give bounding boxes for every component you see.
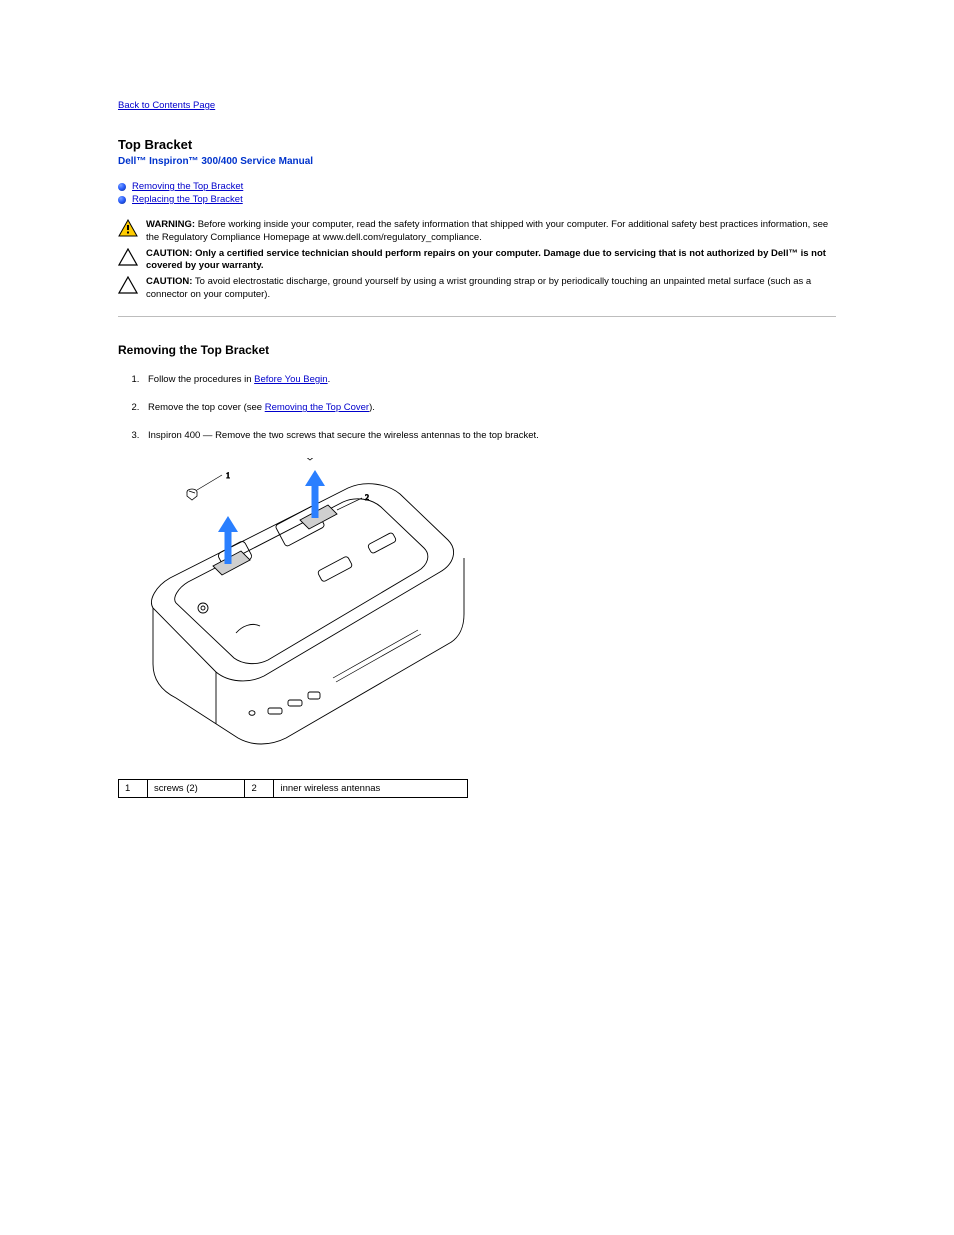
svg-text:2: 2 [365, 493, 369, 502]
step-1: Follow the procedures in Before You Begi… [142, 373, 836, 387]
page-title: Top Bracket [118, 137, 836, 152]
parts-table: 1 screws (2) 2 inner wireless antennas [118, 779, 468, 798]
link-before-you-begin[interactable]: Before You Begin [254, 374, 327, 385]
step-3: Inspiron 400 — Remove the two screws tha… [142, 429, 836, 443]
back-to-contents-link[interactable]: Back to Contents Page [118, 100, 215, 111]
cell-2-num: 2 [245, 779, 274, 797]
svg-text:1: 1 [226, 471, 230, 480]
divider [118, 316, 836, 317]
table-row: 1 screws (2) 2 inner wireless antennas [119, 779, 468, 797]
bullet-icon [118, 183, 126, 191]
step-2: Remove the top cover (see Removing the T… [142, 401, 836, 415]
toc-link-replace[interactable]: Replacing the Top Bracket [132, 194, 243, 205]
caution-alert-2: CAUTION: To avoid electrostatic discharg… [118, 276, 836, 302]
warning-alert: WARNING: Before working inside your comp… [118, 219, 836, 245]
cell-1-label: screws (2) [148, 779, 245, 797]
bullet-icon [118, 196, 126, 204]
caution-label: CAUTION: [146, 276, 192, 287]
caution-alert-1: CAUTION: Only a certified service techni… [118, 248, 836, 274]
manual-subtitle: Dell™ Inspiron™ 300/400 Service Manual [118, 156, 836, 167]
warning-icon [118, 219, 138, 237]
caution-label: CAUTION: [146, 248, 192, 259]
toc-link-remove[interactable]: Removing the Top Bracket [132, 181, 243, 192]
link-removing-top-cover[interactable]: Removing the Top Cover [265, 402, 369, 413]
cell-2-label: inner wireless antennas [274, 779, 468, 797]
procedure-steps: Follow the procedures in Before You Begi… [118, 373, 836, 444]
section-toc: Removing the Top Bracket Replacing the T… [118, 181, 836, 205]
caution-text-2: To avoid electrostatic discharge, ground… [146, 276, 811, 300]
cell-1-num: 1 [119, 779, 148, 797]
warning-text: Before working inside your computer, rea… [146, 219, 828, 243]
device-figure: 1 2 [118, 458, 836, 761]
section-heading: Removing the Top Bracket [118, 343, 836, 357]
caution-icon [118, 276, 138, 294]
caution-icon [118, 248, 138, 266]
warning-label: WARNING: [146, 219, 195, 230]
caution-text-1: Only a certified service technician shou… [146, 248, 826, 272]
